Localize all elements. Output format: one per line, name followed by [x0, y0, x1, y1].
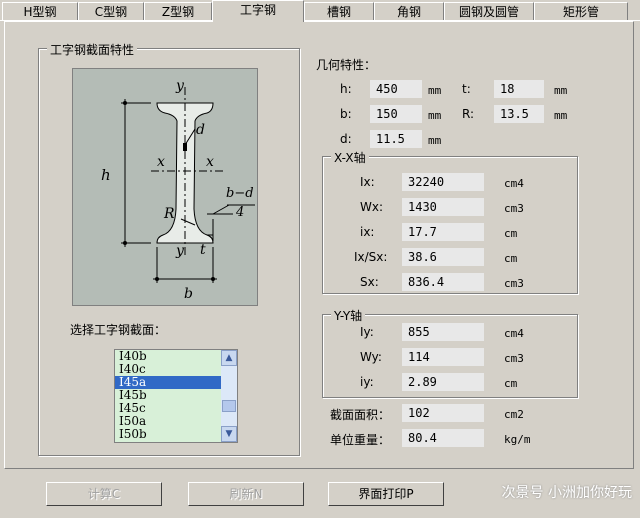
- b-label: b:: [340, 107, 352, 121]
- Wy-label: Wy:: [360, 350, 382, 364]
- d-field[interactable]: 11.5: [370, 130, 422, 148]
- tab-z-steel[interactable]: Z型钢: [144, 2, 212, 20]
- Wy-unit: cm3: [504, 352, 524, 365]
- R-unit: mm: [554, 109, 568, 122]
- Ix-label: Ix:: [360, 175, 375, 189]
- Iy-label: Iy:: [360, 325, 374, 339]
- area-field[interactable]: 102: [402, 404, 484, 422]
- tab-h-steel[interactable]: H型钢: [2, 2, 78, 20]
- iy-unit: cm: [504, 377, 518, 390]
- scroll-up-icon[interactable]: ▲: [221, 350, 237, 366]
- Iy-field[interactable]: 855: [402, 323, 484, 341]
- b-field[interactable]: 150: [370, 105, 422, 123]
- t-unit: mm: [554, 84, 568, 97]
- weight-field[interactable]: 80.4: [402, 429, 484, 447]
- Iy-unit: cm4: [504, 327, 524, 340]
- weight-unit: kg/m: [504, 433, 531, 446]
- Wx-unit: cm3: [504, 202, 524, 215]
- t-label: t:: [462, 82, 471, 96]
- R-label: R:: [462, 107, 475, 121]
- Sx-field[interactable]: 836.4: [402, 273, 484, 291]
- IxSx-field[interactable]: 38.6: [402, 248, 484, 266]
- calc-button[interactable]: 计算C: [46, 482, 162, 506]
- tab-rect-tube[interactable]: 矩形管: [534, 2, 628, 20]
- Ix-unit: cm4: [504, 177, 524, 190]
- Wx-label: Wx:: [360, 200, 384, 214]
- IxSx-unit: cm: [504, 252, 518, 265]
- d-label: d:: [340, 132, 352, 146]
- fig-h: h: [101, 166, 111, 184]
- fig-y-bottom: y: [176, 243, 184, 259]
- iy-label: iy:: [360, 375, 374, 389]
- fig-y-top: y: [176, 78, 184, 94]
- fig-x-left: x: [157, 154, 165, 170]
- area-unit: cm2: [504, 408, 524, 421]
- fig-x-right: x: [206, 154, 214, 170]
- fig-d: d: [196, 122, 205, 138]
- fig-bd-den: 4: [236, 205, 245, 220]
- Ix-field[interactable]: 32240: [402, 173, 484, 191]
- tab-channel[interactable]: 槽钢: [304, 2, 374, 20]
- tab-strip: H型钢 C型钢 Z型钢 工字钢 槽钢 角钢 圆钢及圆管 矩形管: [0, 0, 640, 22]
- h-label: h:: [340, 82, 352, 96]
- weight-label: 单位重量：: [330, 433, 391, 447]
- geometry-title: 几何特性：: [316, 58, 377, 72]
- Sx-label: Sx:: [360, 275, 379, 289]
- iy-field[interactable]: 2.89: [402, 373, 484, 391]
- h-unit: mm: [428, 84, 442, 97]
- fig-b: b: [184, 286, 193, 302]
- fig-t: t: [200, 242, 206, 258]
- section-listbox[interactable]: I40b I40c I45a I45b I45c I50a I50b ▲ ▼: [114, 349, 238, 443]
- section-group-title: 工字钢截面特性: [47, 41, 138, 58]
- IxSx-label: Ix/Sx:: [354, 250, 388, 264]
- area-label: 截面面积：: [330, 408, 391, 422]
- d-unit: mm: [428, 134, 442, 147]
- tab-i-beam[interactable]: 工字钢: [212, 0, 304, 22]
- b-unit: mm: [428, 109, 442, 122]
- scroll-down-icon[interactable]: ▼: [221, 426, 237, 442]
- fig-R: R: [164, 206, 175, 222]
- select-label: 选择工字钢截面：: [70, 323, 167, 337]
- print-button[interactable]: 界面打印P: [328, 482, 444, 506]
- Wy-field[interactable]: 114: [402, 348, 484, 366]
- tab-angle[interactable]: 角钢: [374, 2, 444, 20]
- scroll-thumb[interactable]: [222, 400, 236, 412]
- refresh-button[interactable]: 刷新N: [188, 482, 304, 506]
- Wx-field[interactable]: 1430: [402, 198, 484, 216]
- ix-label: ix:: [360, 225, 375, 239]
- list-item[interactable]: I50b: [115, 428, 237, 441]
- Sx-unit: cm3: [504, 277, 524, 290]
- xx-group-title: X-X轴: [331, 149, 369, 166]
- listbox-scrollbar[interactable]: ▲ ▼: [221, 350, 237, 442]
- R-field[interactable]: 13.5: [494, 105, 544, 123]
- t-field[interactable]: 18: [494, 80, 544, 98]
- tab-c-steel[interactable]: C型钢: [78, 2, 144, 20]
- fig-bd-num: b−d: [226, 186, 254, 201]
- watermark: 次景号 小洲加你好玩: [501, 485, 632, 501]
- ix-field[interactable]: 17.7: [402, 223, 484, 241]
- ix-unit: cm: [504, 227, 518, 240]
- yy-group-title: Y-Y轴: [331, 307, 366, 324]
- tab-round-tube[interactable]: 圆钢及圆管: [444, 2, 534, 20]
- h-field[interactable]: 450: [370, 80, 422, 98]
